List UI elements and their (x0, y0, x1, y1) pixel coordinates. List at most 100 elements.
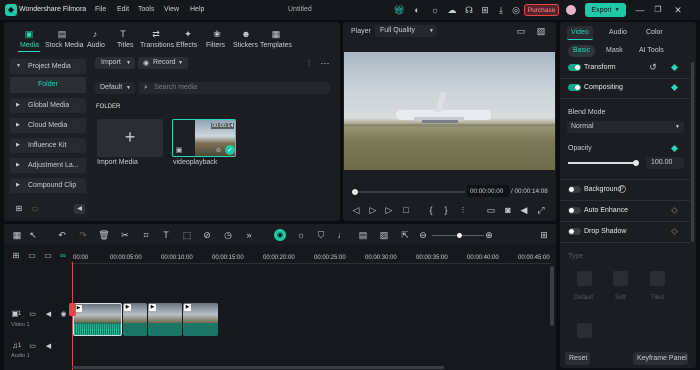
render-preview-icon[interactable]: ◉ (274, 229, 286, 241)
subtab-basic[interactable]: Basic (568, 45, 595, 57)
media-tab-icon[interactable]: ▣ (23, 28, 35, 40)
opacity-slider-handle[interactable] (633, 160, 639, 166)
keyframe-icon[interactable] (670, 144, 679, 153)
delete-icon[interactable]: 🗑︎ (98, 230, 109, 240)
folder-icon[interactable]: ▭ (28, 310, 37, 319)
video-clip[interactable]: ▶ (123, 303, 147, 336)
tab-stock-media[interactable]: Stock Media (45, 42, 84, 49)
grid-view-icon[interactable]: ⊞ (539, 230, 549, 240)
stop-icon[interactable]: □ (401, 205, 411, 215)
purchase-button[interactable]: Purchase (524, 4, 559, 16)
collapse-sidebar-icon[interactable]: ◀ (74, 204, 85, 214)
import-media-tile[interactable]: + (97, 119, 163, 157)
help-icon[interactable]: ? (618, 185, 626, 193)
tab-audio[interactable]: Audio (609, 29, 627, 36)
keyframe-icon[interactable] (670, 63, 679, 72)
filter-icon[interactable]: ⫶ (304, 58, 314, 68)
export-button[interactable]: Export ▼ (585, 3, 626, 17)
subtab-mask[interactable]: Mask (606, 47, 623, 54)
search-input[interactable]: ⌕ Search media (139, 82, 330, 94)
grid-icon[interactable]: ⊞ (479, 4, 491, 16)
sidebar-item-folder[interactable]: Folder (10, 77, 86, 93)
add-track-icon[interactable]: ⊞ (11, 251, 21, 261)
keyframe-add-icon[interactable]: ⬚ (182, 230, 192, 240)
sort-dropdown[interactable]: Default ▼ (95, 82, 135, 94)
notification-icon[interactable]: ◎ (510, 4, 522, 16)
scissors-icon[interactable]: ✂ (120, 230, 130, 240)
reset-icon[interactable]: ↺ (648, 62, 658, 72)
zoom-slider-handle[interactable] (457, 233, 462, 238)
mark-out-icon[interactable]: } (441, 205, 451, 215)
video-clip[interactable]: ▶ (148, 303, 182, 336)
compare-view-icon[interactable]: ▭ (515, 26, 527, 36)
filters-icon[interactable]: ❀ (211, 28, 223, 40)
vertical-scrollbar[interactable] (550, 266, 554, 326)
background-toggle[interactable] (568, 186, 581, 193)
import-dropdown[interactable]: Import ▼ (95, 57, 135, 69)
menu-file[interactable]: File (95, 6, 106, 13)
shadow-type-tiled[interactable] (650, 271, 665, 286)
compositing-toggle[interactable] (568, 84, 581, 91)
folder-icon[interactable]: ▭ (28, 342, 37, 351)
record-dropdown[interactable]: ◉ Record ▼ (138, 57, 188, 69)
text-icon[interactable]: T (161, 230, 171, 240)
blend-mode-dropdown[interactable]: Normal ▼ (567, 121, 684, 133)
timeline-ruler[interactable]: 00:00 00:00:05:00 00:00:10:00 00:00:15:0… (71, 246, 551, 264)
auto-enhance-toggle[interactable] (568, 207, 581, 214)
headset-icon[interactable]: ☊ (463, 4, 475, 16)
gift-icon[interactable]: 🎁︎ (393, 4, 405, 16)
drop-shadow-toggle[interactable] (568, 228, 581, 235)
zoom-in-icon[interactable]: ⊕ (484, 230, 494, 240)
cloud-upload-icon[interactable]: ☁ (446, 4, 458, 16)
voice-icon[interactable]: ▤ (358, 230, 368, 240)
shield-icon[interactable]: ⛉ (316, 230, 326, 240)
playback-progress-track[interactable] (352, 189, 465, 195)
minimize-icon[interactable]: — (634, 4, 646, 16)
keyframe-icon[interactable] (670, 227, 679, 236)
shadow-type-soft[interactable] (613, 271, 628, 286)
crop-icon[interactable]: ⌗ (141, 230, 151, 240)
previous-frame-icon[interactable]: ◁ (351, 205, 361, 215)
tab-effects[interactable]: Effects (176, 42, 197, 49)
fullscreen-icon[interactable]: ⤢ (536, 205, 546, 215)
effects-icon[interactable]: ✦ (182, 28, 194, 40)
menu-tools[interactable]: Tools (138, 6, 154, 13)
layout-icon[interactable]: ▦ (12, 230, 22, 240)
opacity-slider-track[interactable] (568, 160, 639, 166)
zoom-out-icon[interactable]: ⊖ (418, 230, 428, 240)
stock-media-icon[interactable]: ▤ (56, 28, 68, 40)
stickers-icon[interactable]: ☻ (240, 28, 252, 40)
more-options-icon[interactable]: ⋯ (320, 58, 330, 68)
download-icon[interactable]: ⤓ (495, 4, 507, 16)
select-tool-icon[interactable]: ↖ (28, 230, 38, 240)
tab-transitions[interactable]: Transitions (140, 42, 174, 49)
restore-icon[interactable]: ❐ (652, 4, 664, 16)
new-folder-icon[interactable]: ⊞ (14, 204, 24, 214)
media-clip-thumbnail[interactable]: 00:00:14 ▣ ⊖ ✓ (172, 119, 236, 157)
avatar[interactable] (566, 5, 576, 15)
titles-icon[interactable]: T (117, 28, 129, 40)
image-icon[interactable]: ▨ (379, 230, 389, 240)
mark-in-icon[interactable]: { (426, 205, 436, 215)
redo-icon[interactable]: ↷ (78, 230, 88, 240)
playback-handle[interactable] (352, 189, 358, 195)
keyframe-icon[interactable] (670, 206, 679, 215)
volume-icon[interactable]: ◀ (519, 205, 529, 215)
theme-icon[interactable]: ◐ (411, 4, 423, 16)
mask-icon[interactable]: ⊘ (202, 230, 212, 240)
video-preview[interactable] (344, 52, 555, 170)
transform-toggle[interactable] (568, 64, 581, 71)
tab-titles[interactable]: Titles (117, 42, 133, 49)
folder-icon[interactable]: ▭ (30, 204, 40, 214)
audio-icon[interactable]: ♪ (89, 28, 101, 40)
video-clip[interactable]: ▶ (73, 303, 122, 336)
playhead-handle[interactable] (69, 303, 76, 316)
volume-icon[interactable]: ◀ (44, 342, 53, 351)
menu-view[interactable]: View (164, 6, 179, 13)
sidebar-item-adjustment-layer[interactable]: ▶ Adjustment La... (10, 158, 86, 173)
export-frame-icon[interactable]: ⇱ (400, 230, 410, 240)
link-icon[interactable]: ▭ (27, 251, 37, 261)
play-icon[interactable]: ▷ (368, 205, 378, 215)
tab-color[interactable]: Color (646, 29, 663, 36)
video-clip[interactable]: ▶ (183, 303, 218, 336)
